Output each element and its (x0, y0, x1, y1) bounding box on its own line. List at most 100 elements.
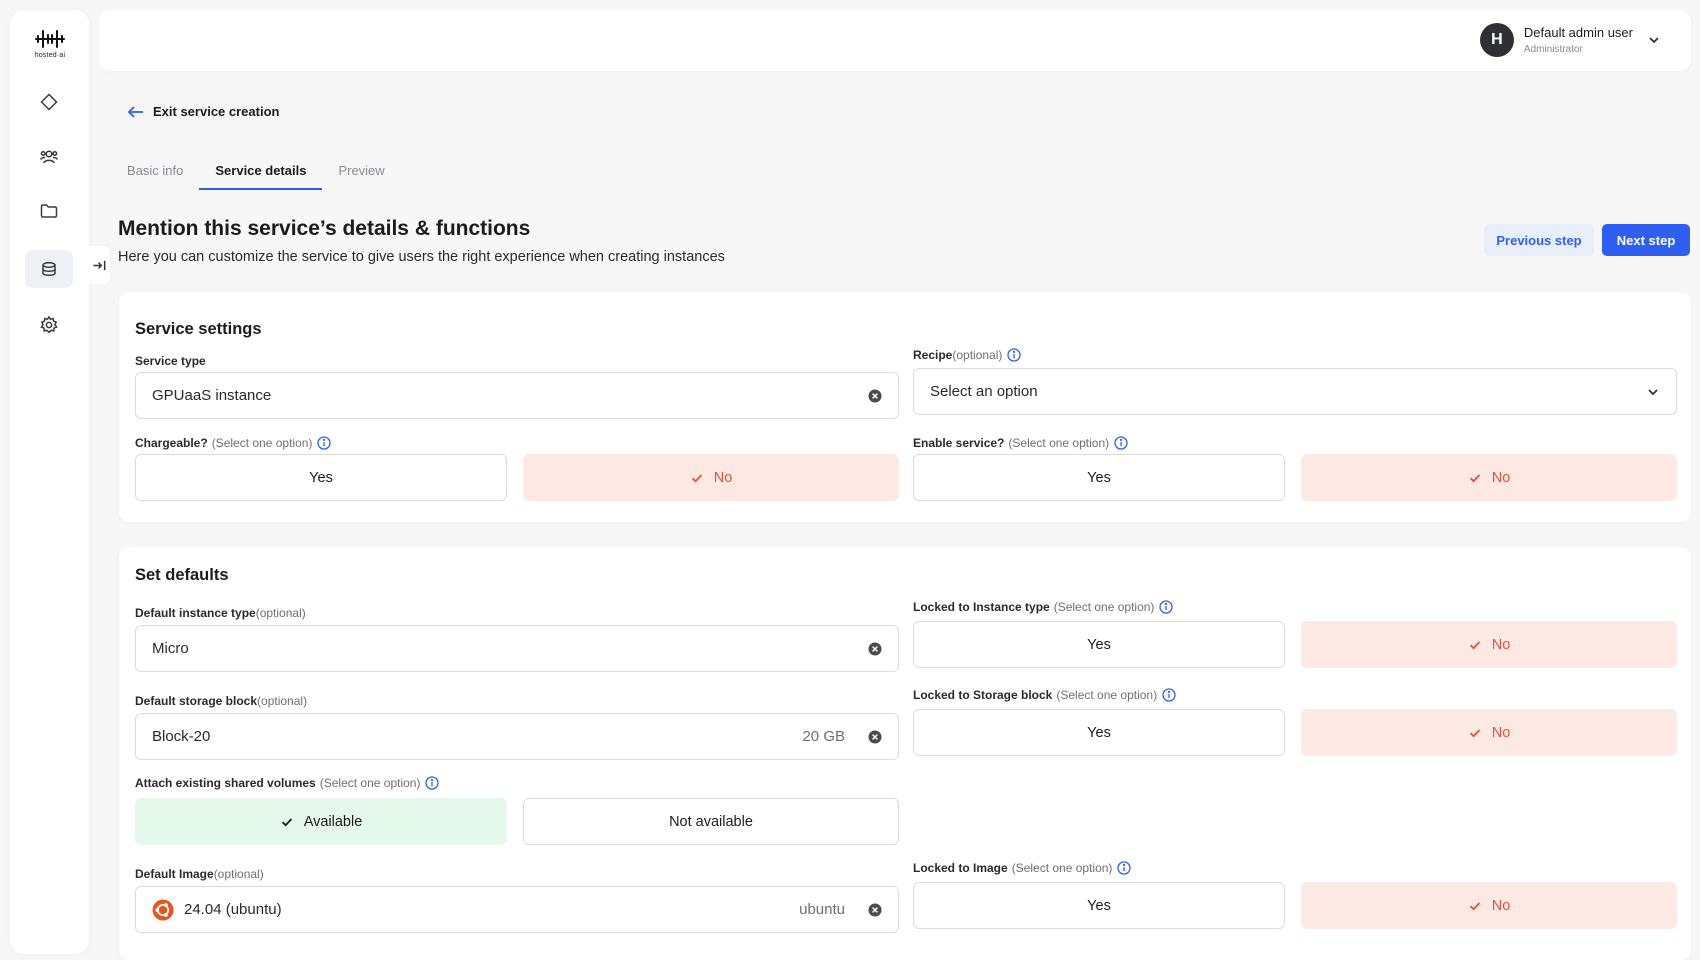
storage-block-input[interactable]: Block-20 20 GB (135, 713, 899, 760)
shared-volumes-not-available-button[interactable]: Not available (523, 798, 899, 845)
info-icon[interactable] (1007, 348, 1022, 362)
logo-icon (35, 30, 65, 48)
service-settings-card: Service settings Service type GPUaaS ins… (119, 292, 1691, 522)
arrow-left-icon (127, 105, 143, 118)
chargeable-no-label: No (713, 469, 733, 486)
chevron-down-icon (1649, 37, 1659, 44)
shared-volumes-available-button[interactable]: Available (135, 798, 507, 845)
instance-type-label: Default instance type (optional) (135, 606, 306, 620)
chargeable-no-button[interactable]: No (523, 454, 899, 501)
sidebar: hosted·ai (10, 10, 89, 954)
locked-instance-no-label: No (1491, 636, 1511, 653)
chargeable-yes-label: Yes (309, 469, 333, 486)
chargeable-yes-button[interactable]: Yes (135, 454, 507, 501)
info-icon[interactable] (1159, 600, 1174, 614)
brand-logo[interactable]: hosted·ai (32, 27, 68, 59)
info-icon[interactable] (317, 436, 332, 450)
locked-storage-label-text: Locked to Storage block (913, 688, 1053, 702)
check-icon (1469, 728, 1480, 737)
exit-service-creation-link[interactable]: Exit service creation (127, 104, 279, 119)
locked-instance-label-text: Locked to Instance type (913, 600, 1050, 614)
locked-storage-label: Locked to Storage block (Select one optio… (913, 688, 1176, 702)
tab-preview[interactable]: Preview (322, 154, 400, 190)
page-subtitle: Here you can customize the service to gi… (118, 249, 725, 265)
recipe-select[interactable]: Select an option (913, 368, 1677, 415)
next-step-button[interactable]: Next step (1602, 224, 1690, 256)
enable-service-label-text: Enable service? (913, 436, 1005, 450)
info-icon[interactable] (1162, 688, 1176, 702)
locked-instance-no-button[interactable]: No (1301, 621, 1677, 668)
avatar: H (1479, 23, 1514, 57)
locked-image-yes-button[interactable]: Yes (913, 882, 1285, 929)
recipe-label: Recipe (optional) (913, 348, 1022, 362)
storage-block-size: 20 GB (802, 728, 845, 745)
chargeable-hint: (Select one option) (211, 436, 313, 450)
folder-icon (40, 204, 58, 218)
locked-instance-label: Locked to Instance type (Select one optio… (913, 600, 1174, 614)
locked-storage-no-label: No (1491, 724, 1511, 741)
gear-icon (40, 315, 58, 334)
check-icon (1469, 473, 1480, 482)
collapse-sidebar-button[interactable] (88, 246, 110, 284)
sidebar-item-dashboard[interactable] (25, 83, 73, 121)
image-hint: (optional) (213, 867, 264, 881)
info-icon[interactable] (1117, 861, 1132, 875)
storage-block-value: Block-20 (152, 728, 211, 745)
previous-step-button[interactable]: Previous step (1484, 224, 1594, 256)
recipe-label-text: Recipe (913, 348, 953, 362)
logo-text: hosted·ai (34, 52, 66, 59)
enable-service-yes-label: Yes (1087, 469, 1111, 486)
info-icon[interactable] (1114, 436, 1128, 450)
locked-instance-yes-button[interactable]: Yes (913, 621, 1285, 668)
top-bar: H Default admin user Administrator (99, 10, 1691, 71)
locked-storage-no-button[interactable]: No (1301, 709, 1677, 756)
chevron-down-icon (1648, 388, 1658, 395)
image-input[interactable]: 24.04 (ubuntu) ubuntu (135, 886, 899, 933)
info-icon[interactable] (425, 776, 440, 790)
locked-image-no-button[interactable]: No (1301, 882, 1677, 929)
tab-service-details[interactable]: Service details (199, 154, 323, 190)
sidebar-item-services[interactable] (25, 250, 73, 288)
service-type-input[interactable]: GPUaaS instance (135, 372, 899, 419)
check-icon (691, 473, 702, 482)
collapse-icon (92, 260, 105, 270)
locked-image-no-label: No (1491, 897, 1511, 914)
user-menu[interactable]: H Default admin user Administrator (1479, 23, 1661, 57)
storage-block-hint: (optional) (257, 694, 308, 708)
sidebar-item-settings[interactable] (25, 306, 73, 344)
image-os: ubuntu (799, 901, 845, 918)
service-settings-title: Service settings (135, 320, 262, 338)
clear-icon[interactable] (868, 642, 882, 656)
image-value: 24.04 (ubuntu) (184, 901, 282, 918)
user-info: Default admin user Administrator (1524, 25, 1633, 55)
shared-volumes-available-label: Available (303, 813, 363, 830)
instance-type-label-text: Default instance type (135, 606, 256, 620)
locked-image-label: Locked to Image (Select one option) (913, 861, 1132, 875)
locked-storage-yes-label: Yes (1087, 724, 1111, 741)
sidebar-item-files[interactable] (25, 192, 73, 230)
page-title: Mention this service’s details & functio… (118, 217, 531, 240)
enable-service-no-button[interactable]: No (1301, 454, 1677, 501)
recipe-placeholder: Select an option (930, 383, 1038, 400)
enable-service-yes-button[interactable]: Yes (913, 454, 1285, 501)
image-label-text: Default Image (135, 867, 214, 881)
chargeable-label-text: Chargeable? (135, 436, 208, 450)
shared-volumes-label-text: Attach existing shared volumes (135, 776, 316, 790)
clear-icon[interactable] (868, 903, 882, 917)
locked-instance-hint: (Select one option) (1053, 600, 1155, 614)
sidebar-item-teams[interactable] (25, 138, 73, 176)
diamond-icon (40, 93, 58, 111)
locked-image-hint: (Select one option) (1011, 861, 1113, 875)
locked-storage-yes-button[interactable]: Yes (913, 709, 1285, 756)
users-icon (39, 150, 59, 164)
check-icon (281, 817, 292, 826)
tab-basic-info[interactable]: Basic info (111, 154, 199, 190)
shared-volumes-not-available-label: Not available (669, 813, 753, 830)
instance-type-hint: (optional) (255, 606, 306, 620)
clear-icon[interactable] (868, 389, 882, 403)
instance-type-input[interactable]: Micro (135, 625, 899, 672)
recipe-hint: (optional) (952, 348, 1003, 362)
set-defaults-card: Set defaults Default instance type (optio… (119, 547, 1691, 960)
clear-icon[interactable] (868, 730, 882, 744)
service-type-label-text: Service type (135, 354, 206, 368)
